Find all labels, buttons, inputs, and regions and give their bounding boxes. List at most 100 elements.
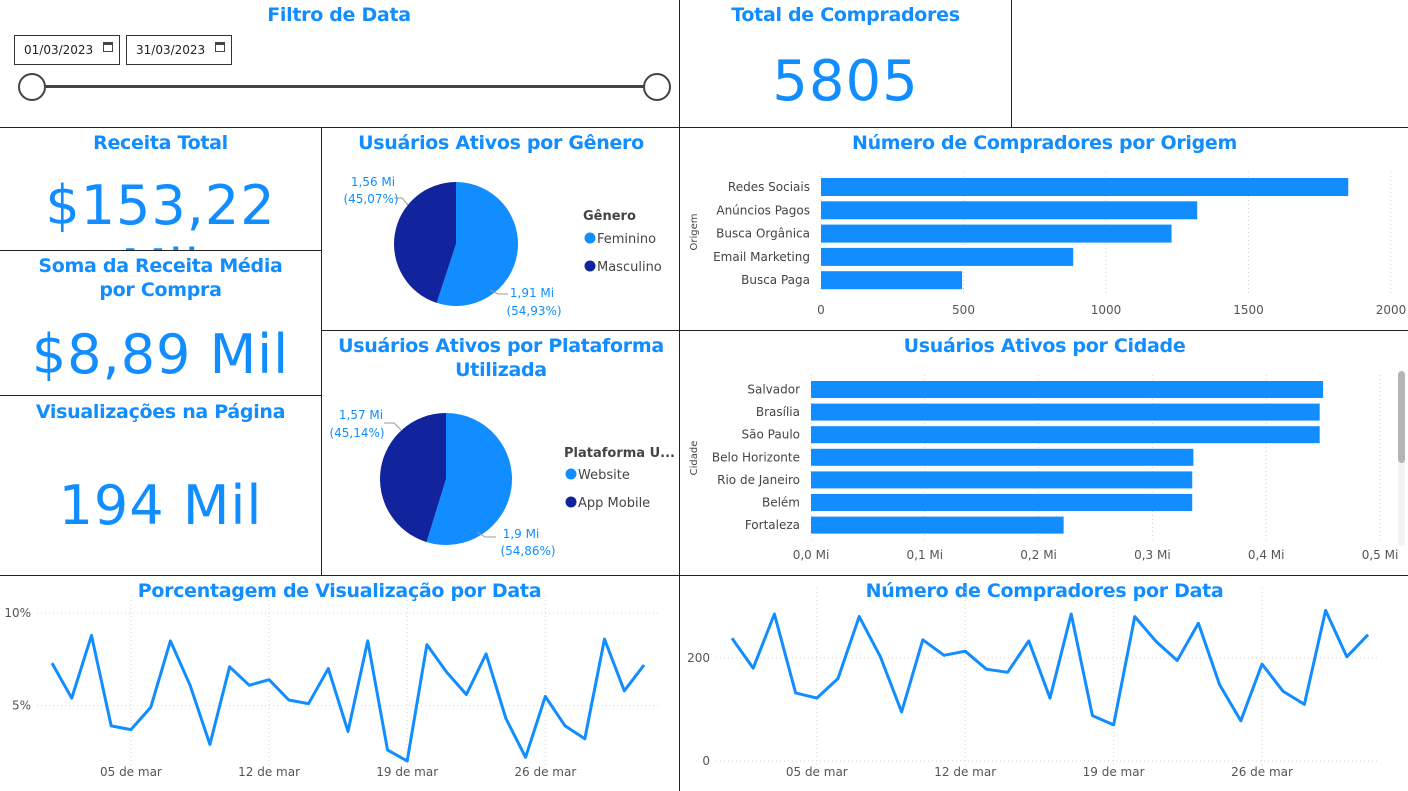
legend-label-website: Website xyxy=(578,468,630,483)
calendar-icon[interactable] xyxy=(103,42,113,52)
date-filter-panel: Filtro de Data 01/03/2023 31/03/2023 xyxy=(0,0,680,129)
x-tick-label: 1500 xyxy=(1233,303,1264,317)
category-label-fortaleza: Fortaleza xyxy=(745,518,800,532)
view-pct-line-panel: Porcentagem de Visualização por Data 5% 1… xyxy=(0,575,681,791)
x-tick-label: 0,1 Mi xyxy=(907,548,944,562)
origin-bar-chart[interactable]: 0 500 1000 1500 2000 Redes Sociais Anúncios Pa… xyxy=(680,128,1408,332)
city-chart-scrollbar-thumb[interactable] xyxy=(1398,371,1405,463)
x-tick-label: 12 de mar xyxy=(934,765,996,779)
avg-revenue-card: Soma da Receita Média por Compra $8,89 M… xyxy=(0,250,323,397)
total-buyers-card: Total de Compradores 5805 xyxy=(679,0,1012,129)
category-label-busca-organica: Busca Orgânica xyxy=(716,227,810,241)
view-pct-line-chart[interactable]: 5% 10% 05 de mar 12 de mar 19 de mar 26 de ma… xyxy=(0,576,681,791)
buyers-date-line-chart[interactable]: 0 200 05 de mar 12 de mar 19 de mar 26 de mar xyxy=(680,576,1408,791)
x-tick-label: 26 de mar xyxy=(514,765,576,779)
total-buyers-title: Total de Compradores xyxy=(731,4,960,26)
legend-marker-appmobile xyxy=(565,496,577,508)
start-date-value: 01/03/2023 xyxy=(24,43,94,57)
date-range-end-handle[interactable] xyxy=(643,73,671,101)
x-tick-label: 0,2 Mi xyxy=(1020,548,1057,562)
category-label-belo-horizonte: Belo Horizonte xyxy=(712,450,800,464)
city-chart-scrollbar[interactable] xyxy=(1398,371,1405,546)
start-date-input[interactable]: 01/03/2023 xyxy=(14,35,120,65)
bar-busca-organica[interactable] xyxy=(821,224,1172,243)
gender-pie-panel: Usuários Ativos por Gênero 1,56 Mi (45,0… xyxy=(321,127,681,332)
x-tick-label: 26 de mar xyxy=(1231,765,1293,779)
platform-pie-panel: Usuários Ativos por Plataforma Utilizada… xyxy=(321,330,681,577)
calendar-icon[interactable] xyxy=(215,42,225,52)
bar-belem[interactable] xyxy=(811,494,1193,511)
x-tick-label: 12 de mar xyxy=(238,765,300,779)
x-tick-label: 1000 xyxy=(1091,303,1122,317)
date-range-slider-track[interactable] xyxy=(29,85,655,88)
category-label-rio-de-janeiro: Rio de Janeiro xyxy=(717,473,800,487)
page-views-value: 194 Mil xyxy=(58,474,263,537)
bar-rio-de-janeiro[interactable] xyxy=(811,471,1193,489)
bar-busca-paga[interactable] xyxy=(821,271,963,290)
page-views-card: Visualizações na Página 194 Mil xyxy=(0,395,323,577)
page-views-title: Visualizações na Página xyxy=(35,401,286,423)
y-tick-label: 5% xyxy=(12,699,31,713)
category-label-anuncios-pagos: Anúncios Pagos xyxy=(716,203,810,217)
series-line[interactable] xyxy=(50,633,646,763)
city-bar-panel: Usuários Ativos por Cidade 0,0 Mi 0,1 Mi 0… xyxy=(679,330,1408,577)
x-tick-label: 2000 xyxy=(1376,303,1407,317)
revenue-total-title: Receita Total xyxy=(93,132,228,154)
category-label-sao-paulo: São Paulo xyxy=(742,428,800,442)
x-tick-label: 05 de mar xyxy=(100,765,162,779)
x-tick-label: 0 xyxy=(817,303,825,317)
pie-label-feminino-value: 1,91 Mi xyxy=(510,286,554,300)
y-tick-label: 0 xyxy=(702,754,710,768)
origin-axis-label: Origem xyxy=(689,213,700,250)
category-label-belem: Belém xyxy=(762,496,800,510)
x-tick-label: 05 de mar xyxy=(786,765,848,779)
category-label-email-marketing: Email Marketing xyxy=(713,250,810,264)
series-line[interactable] xyxy=(730,608,1370,727)
category-label-salvador: Salvador xyxy=(747,383,800,397)
y-tick-label: 10% xyxy=(4,606,31,620)
legend-marker-website xyxy=(565,468,577,480)
bar-belo-horizonte[interactable] xyxy=(811,448,1194,466)
end-date-value: 31/03/2023 xyxy=(136,43,206,57)
date-filter-title: Filtro de Data xyxy=(267,4,411,26)
date-range-start-handle[interactable] xyxy=(18,73,46,101)
revenue-total-value: $153,22 Mil xyxy=(45,174,276,251)
bar-salvador[interactable] xyxy=(811,381,1324,398)
bar-brasilia[interactable] xyxy=(811,403,1320,421)
buyers-date-line-panel: Número de Compradores por Data 0 200 05 de… xyxy=(679,575,1408,791)
legend-marker-masculino xyxy=(584,260,596,272)
x-tick-label: 500 xyxy=(952,303,975,317)
pie-label-masculino-value: 1,56 Mi xyxy=(351,175,395,189)
pie-label-website-pct: (54,86%) xyxy=(500,544,555,558)
bar-fortaleza[interactable] xyxy=(811,516,1064,534)
bar-redes-sociais[interactable] xyxy=(821,178,1349,196)
platform-legend-title: Plataforma U... xyxy=(564,446,675,461)
x-tick-label: 0,4 Mi xyxy=(1248,548,1285,562)
city-axis-label: Cidade xyxy=(689,441,700,476)
origin-bar-panel: Número de Compradores por Origem 0 500 100… xyxy=(679,127,1408,332)
bar-anuncios-pagos[interactable] xyxy=(821,201,1198,220)
category-label-redes-sociais: Redes Sociais xyxy=(728,180,810,194)
revenue-total-card: Receita Total $153,22 Mil xyxy=(0,127,323,252)
legend-label-appmobile: App Mobile xyxy=(578,496,650,511)
pie-label-website-value: 1,9 Mi xyxy=(503,527,540,541)
pie-label-feminino-pct: (54,93%) xyxy=(506,304,561,318)
bar-email-marketing[interactable] xyxy=(821,247,1074,266)
legend-label-feminino: Feminino xyxy=(597,232,656,247)
category-label-busca-paga: Busca Paga xyxy=(741,273,810,287)
end-date-input[interactable]: 31/03/2023 xyxy=(126,35,232,65)
pie-label-masculino-pct: (45,07%) xyxy=(343,192,398,206)
bar-sao-paulo[interactable] xyxy=(811,426,1320,444)
x-tick-label: 19 de mar xyxy=(376,765,438,779)
x-tick-label: 0,3 Mi xyxy=(1134,548,1171,562)
gender-pie-chart[interactable]: 1,56 Mi (45,07%) 1,91 Mi (54,93%) Gênero… xyxy=(322,128,681,332)
x-tick-label: 0,5 Mi xyxy=(1362,548,1399,562)
city-bar-chart[interactable]: 0,0 Mi 0,1 Mi 0,2 Mi 0,3 Mi 0,4 Mi 0,5 Mi Salv… xyxy=(680,331,1408,577)
y-tick-label: 200 xyxy=(687,651,710,665)
x-tick-label: 0,0 Mi xyxy=(793,548,830,562)
legend-marker-feminino xyxy=(584,232,596,244)
platform-pie-chart[interactable]: 1,57 Mi (45,14%) 1,9 Mi (54,86%) Platafo… xyxy=(322,331,681,577)
x-tick-label: 19 de mar xyxy=(1083,765,1145,779)
pie-label-appmobile-value: 1,57 Mi xyxy=(339,408,383,422)
category-label-brasilia: Brasília xyxy=(756,405,800,419)
